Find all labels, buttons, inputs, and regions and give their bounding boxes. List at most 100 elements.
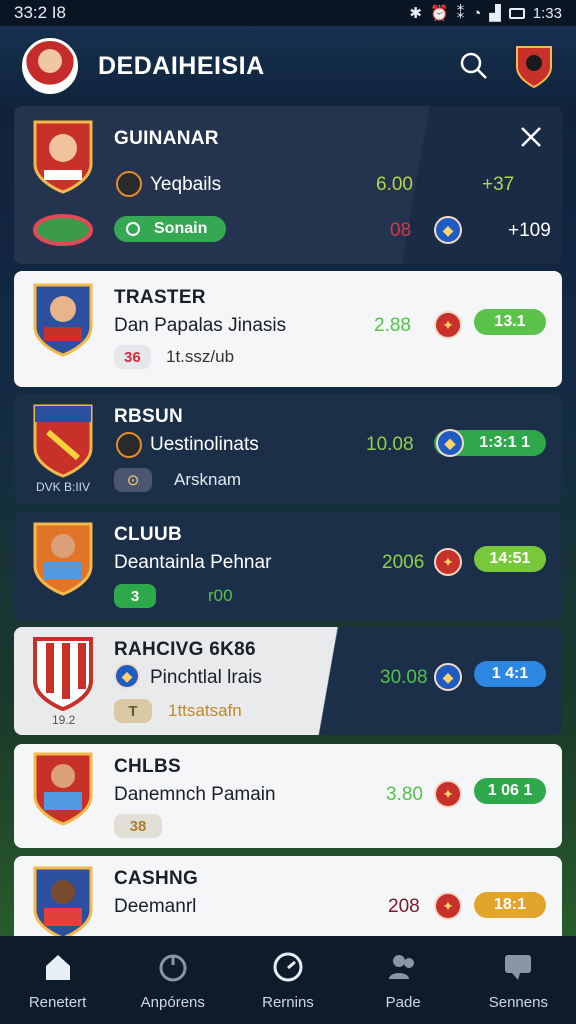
card-value: 208 — [388, 896, 420, 917]
nav-item-home[interactable]: Renetert — [8, 950, 108, 1011]
card-title: RBSUN — [114, 406, 184, 427]
card-value: 2006 — [382, 552, 425, 573]
card-value: 30.08 — [380, 667, 428, 688]
card-value: 10.08 — [366, 434, 414, 455]
odds-pill[interactable]: 14:51 — [474, 546, 546, 572]
card-tag: 1t.ssz/ub — [166, 347, 235, 366]
card-title: CASHNG — [114, 868, 199, 889]
search-button[interactable] — [454, 46, 494, 86]
featured-row1-change: +37 — [482, 174, 515, 195]
featured-row2-value: 08 — [390, 220, 412, 241]
player-crest-icon — [33, 522, 93, 596]
nav-label: Rernins — [262, 993, 314, 1011]
club-card[interactable]: CHLBS Danemnch Pamain 38 3.80 ✦ 1 06 1 — [14, 744, 562, 848]
club-badge-icon: ✦ — [434, 780, 462, 808]
odds-pill[interactable]: 18:1 — [474, 892, 546, 918]
odds-pill[interactable]: 1 4:1 — [474, 661, 546, 687]
message-icon — [501, 950, 535, 984]
club-card[interactable]: CASHNG Deemanrl 208 ✦ 18:1 — [14, 856, 562, 936]
club-crest-icon — [33, 404, 93, 478]
app-header: DEDAIHEISIA — [0, 26, 576, 106]
card-subtitle: Deemanrl — [114, 896, 197, 917]
crest-caption: DVK B:IIV — [36, 480, 91, 494]
club-badge-icon: ◆ — [436, 429, 464, 457]
card-tag: r00 — [208, 586, 233, 605]
club-card[interactable]: 19.2 RAHCIVG 6K86 ◆ Pinchtlal lrais T 1t… — [14, 627, 562, 735]
battery-icon — [508, 7, 525, 19]
club-mini-icon — [116, 171, 142, 197]
card-subtitle: Dan Papalas Jinasis — [114, 315, 287, 336]
club-crest-icon — [33, 637, 93, 711]
card-chip: T — [114, 699, 152, 723]
card-chip: 36 — [114, 345, 151, 369]
odds-pill-label: 1:3:1 1 — [479, 434, 530, 451]
featured-status-pill[interactable]: Sonain — [114, 216, 226, 242]
club-card[interactable]: DVK B:IIV RBSUN Uestinolinats ⊙ Arsknam … — [14, 394, 562, 504]
featured-row1-label: Yeqbails — [150, 174, 222, 195]
odds-pill[interactable]: ◆ 1:3:1 1 — [434, 429, 546, 457]
wifi-icon: ◔ — [472, 4, 482, 22]
card-tag: Arsknam — [174, 470, 242, 489]
club-badge-icon: ◆ — [434, 663, 462, 691]
card-chip: ⊙ — [114, 468, 152, 492]
club-card[interactable]: TRASTER Dan Papalas Jinasis 36 1t.ssz/ub… — [14, 271, 562, 387]
featured-row2-change: +109 — [508, 220, 551, 241]
signal-icon: ▟ — [489, 5, 501, 22]
status-icons: ✱ ⏰ ⁑ ◔ ▟ 1:33 — [409, 4, 562, 23]
card-tag: 1ttsatsafn — [168, 701, 242, 720]
club-mini-icon: ◆ — [114, 663, 140, 689]
alarm-icon: ⏰ — [430, 5, 449, 22]
vibrate-icon: ⁑ — [456, 5, 465, 22]
status-clock: 1:33 — [532, 4, 562, 22]
page-title: DEDAIHEISIA — [98, 51, 265, 80]
nav-item-people[interactable]: Pade — [353, 950, 453, 1011]
timer-icon — [156, 950, 190, 984]
search-icon — [460, 52, 487, 79]
nav-item-speed[interactable]: Rernins — [238, 950, 338, 1011]
close-button[interactable] — [516, 122, 546, 152]
nav-item-messages[interactable]: Sennens — [468, 950, 568, 1011]
nav-item-timer[interactable]: Anpórens — [123, 950, 223, 1011]
featured-pill-label: Sonain — [154, 220, 208, 237]
close-icon — [521, 127, 541, 147]
club-mini-icon — [116, 432, 142, 458]
featured-title: GUINANAR — [114, 128, 219, 149]
avatar[interactable] — [22, 38, 78, 94]
nav-label: Renetert — [28, 993, 87, 1011]
card-value: 2.88 — [374, 315, 411, 336]
check-icon — [126, 222, 140, 236]
nav-label: Sennens — [488, 993, 548, 1011]
home-icon — [41, 950, 75, 984]
card-chip: 38 — [114, 814, 162, 838]
club-crest-icon[interactable] — [514, 43, 554, 89]
bluetooth-icon: ✱ — [409, 5, 422, 22]
nav-label: Pade — [385, 993, 421, 1011]
featured-row1-value: 6.00 — [376, 174, 413, 195]
bottom-nav: Renetert Anpórens Rernins Pade Sennens — [0, 936, 576, 1024]
player-crest-icon — [33, 752, 93, 826]
club-card[interactable]: CLUUB Deantainla Pehnar 3 r00 2006 ✦ 14:… — [14, 512, 562, 620]
crest-caption: 19.2 — [52, 713, 76, 727]
club-badge-icon: ◆ — [434, 216, 462, 244]
featured-card[interactable]: GUINANAR Yeqbails 6.00 +37 Sonain 08 ◆ +… — [14, 106, 562, 264]
player-crest-icon — [33, 283, 93, 357]
card-chip: 3 — [114, 584, 156, 608]
card-title: CHLBS — [114, 756, 181, 777]
card-subtitle: Uestinolinats — [150, 434, 259, 455]
card-subtitle: Danemnch Pamain — [114, 784, 276, 805]
odds-pill[interactable]: 13.1 — [474, 309, 546, 335]
odds-pill[interactable]: 1 06 1 — [474, 778, 546, 804]
player-crest-icon — [33, 120, 93, 194]
card-subtitle: Deantainla Pehnar — [114, 552, 272, 573]
card-title: TRASTER — [114, 287, 206, 308]
nav-label: Anpórens — [140, 993, 205, 1011]
card-subtitle: Pinchtlal lrais — [150, 667, 262, 688]
card-title: CLUUB — [114, 524, 182, 545]
card-title: RAHCIVG 6K86 — [114, 639, 256, 660]
club-badge-icon: ✦ — [434, 311, 462, 339]
player-crest-icon — [33, 866, 93, 936]
stadium-icon — [33, 214, 93, 246]
speedometer-icon — [271, 950, 305, 984]
status-bar: 33:2 I8 ✱ ⏰ ⁑ ◔ ▟ 1:33 — [0, 0, 576, 26]
club-badge-icon: ✦ — [434, 892, 462, 920]
